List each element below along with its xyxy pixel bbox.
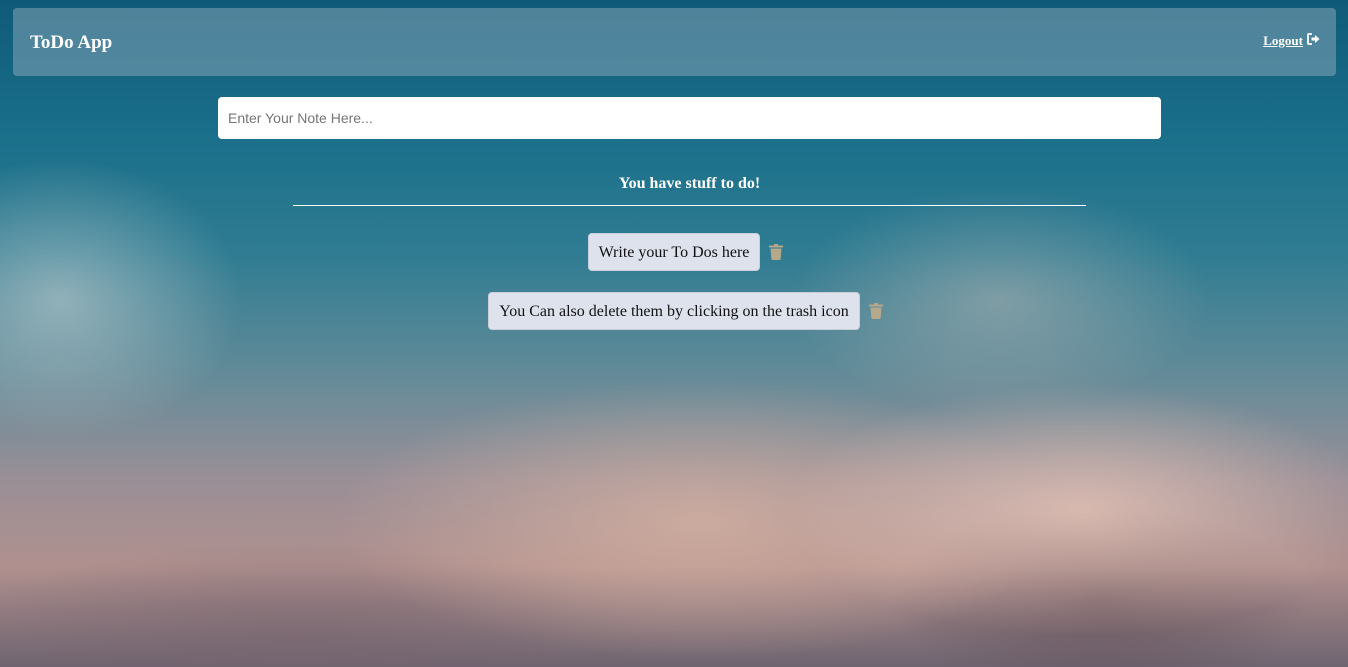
app-title: ToDo App <box>30 32 113 53</box>
divider <box>293 205 1086 206</box>
todo-row: You Can also delete them by clicking on … <box>0 292 1348 330</box>
todo-row: Write your To Dos here <box>0 233 1348 271</box>
logout-link[interactable]: Logout <box>1263 33 1320 49</box>
todo-item[interactable]: You Can also delete them by clicking on … <box>488 292 860 330</box>
navbar: ToDo App Logout <box>13 8 1336 76</box>
note-input[interactable] <box>218 97 1161 139</box>
todo-item[interactable]: Write your To Dos here <box>587 233 761 271</box>
trash-icon[interactable] <box>760 244 792 260</box>
trash-icon[interactable] <box>860 303 892 319</box>
logout-label: Logout <box>1263 33 1303 48</box>
status-heading: You have stuff to do! <box>618 175 761 192</box>
sign-out-icon <box>1307 33 1320 49</box>
